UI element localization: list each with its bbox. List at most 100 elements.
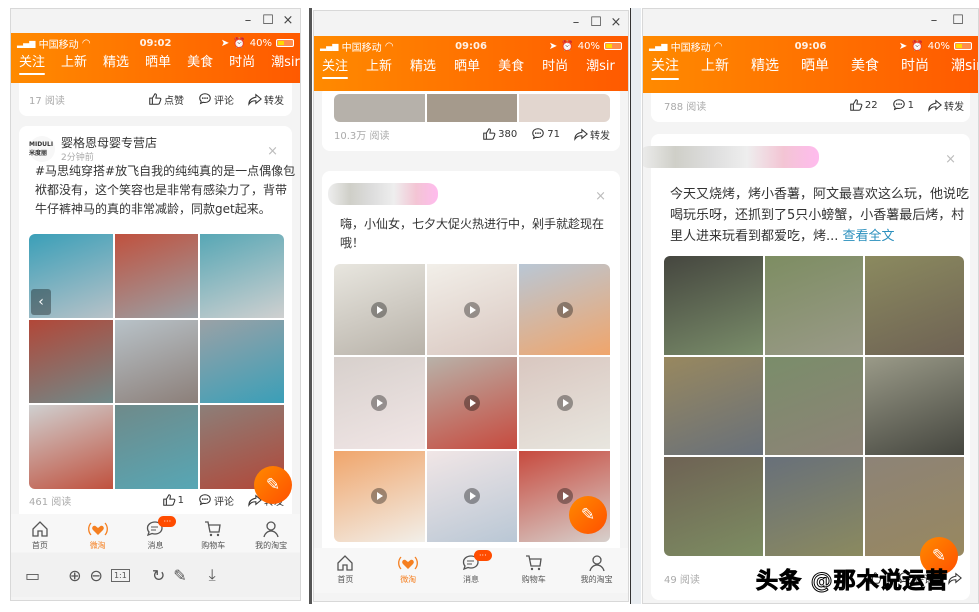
post-image[interactable] [865, 356, 964, 456]
minimize-button[interactable]: – [926, 13, 942, 28]
tab-1[interactable]: 上新 [53, 51, 95, 70]
carrier: 中国移动 [670, 42, 711, 54]
edit-icon[interactable]: ✎ [173, 566, 186, 585]
layout-icon[interactable]: ▭ [25, 566, 40, 585]
comment-button[interactable]: 评论 [198, 92, 234, 107]
dismiss-post-button[interactable]: × [267, 144, 278, 159]
post-image[interactable] [865, 256, 964, 355]
share-button[interactable]: 转发 [928, 98, 964, 113]
share-button[interactable]: 转发 [574, 127, 610, 142]
nav-message[interactable]: ··· 消息 [446, 550, 496, 593]
phone-window-1: – ☐ × 17 阅读 点赞 评论 转发 MIDULI 米度丽 婴格恩母婴专营店… [10, 8, 301, 601]
rotate-icon[interactable]: ↻ [152, 566, 165, 585]
maximize-button[interactable]: ☐ [588, 15, 604, 30]
share-label: 转发 [944, 101, 964, 113]
post-image[interactable] [200, 234, 284, 318]
nav-cart[interactable]: 购物车 [509, 553, 559, 593]
post-image[interactable] [334, 450, 425, 542]
close-window-button[interactable]: × [280, 13, 296, 28]
location-icon: ➤ [548, 40, 558, 52]
nav-profile[interactable]: 我的淘宝 [572, 553, 622, 593]
share-icon [928, 99, 942, 112]
comment-button[interactable]: 评论 [198, 493, 234, 508]
tab-2[interactable]: 精选 [95, 51, 137, 70]
post-image[interactable] [664, 356, 763, 456]
comment-button[interactable]: 1 [892, 98, 914, 113]
like-button[interactable]: 22 [849, 98, 878, 113]
post-image[interactable] [764, 256, 864, 355]
tab-3[interactable]: 晒单 [793, 55, 837, 75]
post-image[interactable] [519, 264, 610, 356]
post-image[interactable] [664, 457, 763, 556]
tab-5[interactable]: 时尚 [221, 51, 263, 70]
post-image[interactable] [764, 356, 864, 456]
tab-2[interactable]: 精选 [402, 55, 444, 74]
post-image[interactable] [114, 234, 199, 318]
post-image[interactable] [114, 319, 199, 404]
download-icon[interactable]: ⤓ [209, 565, 216, 585]
tab-3[interactable]: 晒单 [137, 51, 179, 70]
post-image[interactable] [29, 319, 113, 404]
like-button[interactable]: 点赞 [148, 92, 184, 107]
tab-6[interactable]: 潮sir [943, 55, 978, 75]
tab-4[interactable]: 美食 [179, 51, 221, 70]
nav-cart[interactable]: 购物车 [188, 519, 238, 552]
tab-0[interactable]: 关注 [314, 55, 356, 79]
tab-4[interactable]: 美食 [843, 55, 887, 75]
like-button[interactable]: 380 [482, 127, 517, 142]
post-image[interactable] [334, 94, 425, 122]
tab-0[interactable]: 关注 [643, 55, 687, 80]
comment-button[interactable]: 71 [531, 127, 560, 142]
post-image[interactable] [114, 405, 199, 489]
dismiss-post-button[interactable]: × [595, 189, 606, 204]
compose-button[interactable]: ✎ [254, 466, 292, 504]
tab-5[interactable]: 时尚 [534, 55, 576, 74]
tab-5[interactable]: 时尚 [893, 55, 937, 75]
tab-4[interactable]: 美食 [490, 55, 532, 74]
post-image[interactable] [519, 94, 610, 122]
compose-button[interactable]: ✎ [569, 496, 607, 534]
read-more-link[interactable]: 查看全文 [843, 229, 895, 244]
post-image[interactable] [200, 319, 284, 404]
post-image[interactable] [426, 450, 518, 542]
minimize-button[interactable]: – [568, 15, 584, 30]
tab-6[interactable]: 潮sir [263, 51, 300, 70]
post-image[interactable] [29, 405, 113, 489]
post-image[interactable] [426, 357, 518, 449]
maximize-button[interactable]: ☐ [950, 13, 966, 28]
carousel-prev-button[interactable]: ‹ [31, 289, 51, 315]
post-image[interactable] [764, 457, 864, 556]
actual-size-icon[interactable]: 1:1 [110, 568, 130, 582]
zoom-out-icon[interactable]: ⊖ [90, 566, 103, 585]
dismiss-post-button[interactable]: × [945, 152, 956, 167]
nav-home[interactable]: 首页 [320, 553, 370, 593]
post-image[interactable] [426, 264, 518, 356]
post-image-grid [334, 264, 610, 542]
nav-profile[interactable]: 我的淘宝 [246, 519, 296, 552]
share-button[interactable] [948, 571, 964, 586]
zoom-in-icon[interactable]: ⊕ [68, 566, 81, 585]
author-name[interactable]: 婴格恩母婴专营店 [61, 134, 157, 151]
tab-2[interactable]: 精选 [743, 55, 787, 75]
tab-6[interactable]: 潮sir [578, 55, 623, 74]
nav-weitao-heart[interactable]: 微淘 [73, 519, 123, 552]
nav-home[interactable]: 首页 [15, 519, 65, 552]
nav-weitao-heart[interactable]: 微淘 [383, 553, 433, 593]
tab-3[interactable]: 晒单 [446, 55, 488, 74]
post-image[interactable] [334, 264, 425, 356]
post-image[interactable] [334, 357, 425, 449]
share-button[interactable]: 转发 [248, 92, 284, 107]
shop-avatar[interactable]: MIDULI 米度丽 [29, 136, 55, 162]
maximize-button[interactable]: ☐ [260, 13, 276, 28]
tab-1[interactable]: 上新 [693, 55, 737, 75]
carrier: 中国移动 [341, 42, 382, 54]
nav-message[interactable]: ··· 消息 [130, 516, 180, 552]
tab-1[interactable]: 上新 [358, 55, 400, 74]
post-image[interactable] [519, 357, 610, 449]
minimize-button[interactable]: – [240, 13, 256, 28]
post-image[interactable] [426, 94, 518, 122]
like-button[interactable]: 1 [162, 493, 184, 508]
tab-0[interactable]: 关注 [11, 51, 53, 75]
post-image[interactable] [664, 256, 763, 355]
close-window-button[interactable]: × [608, 15, 624, 30]
